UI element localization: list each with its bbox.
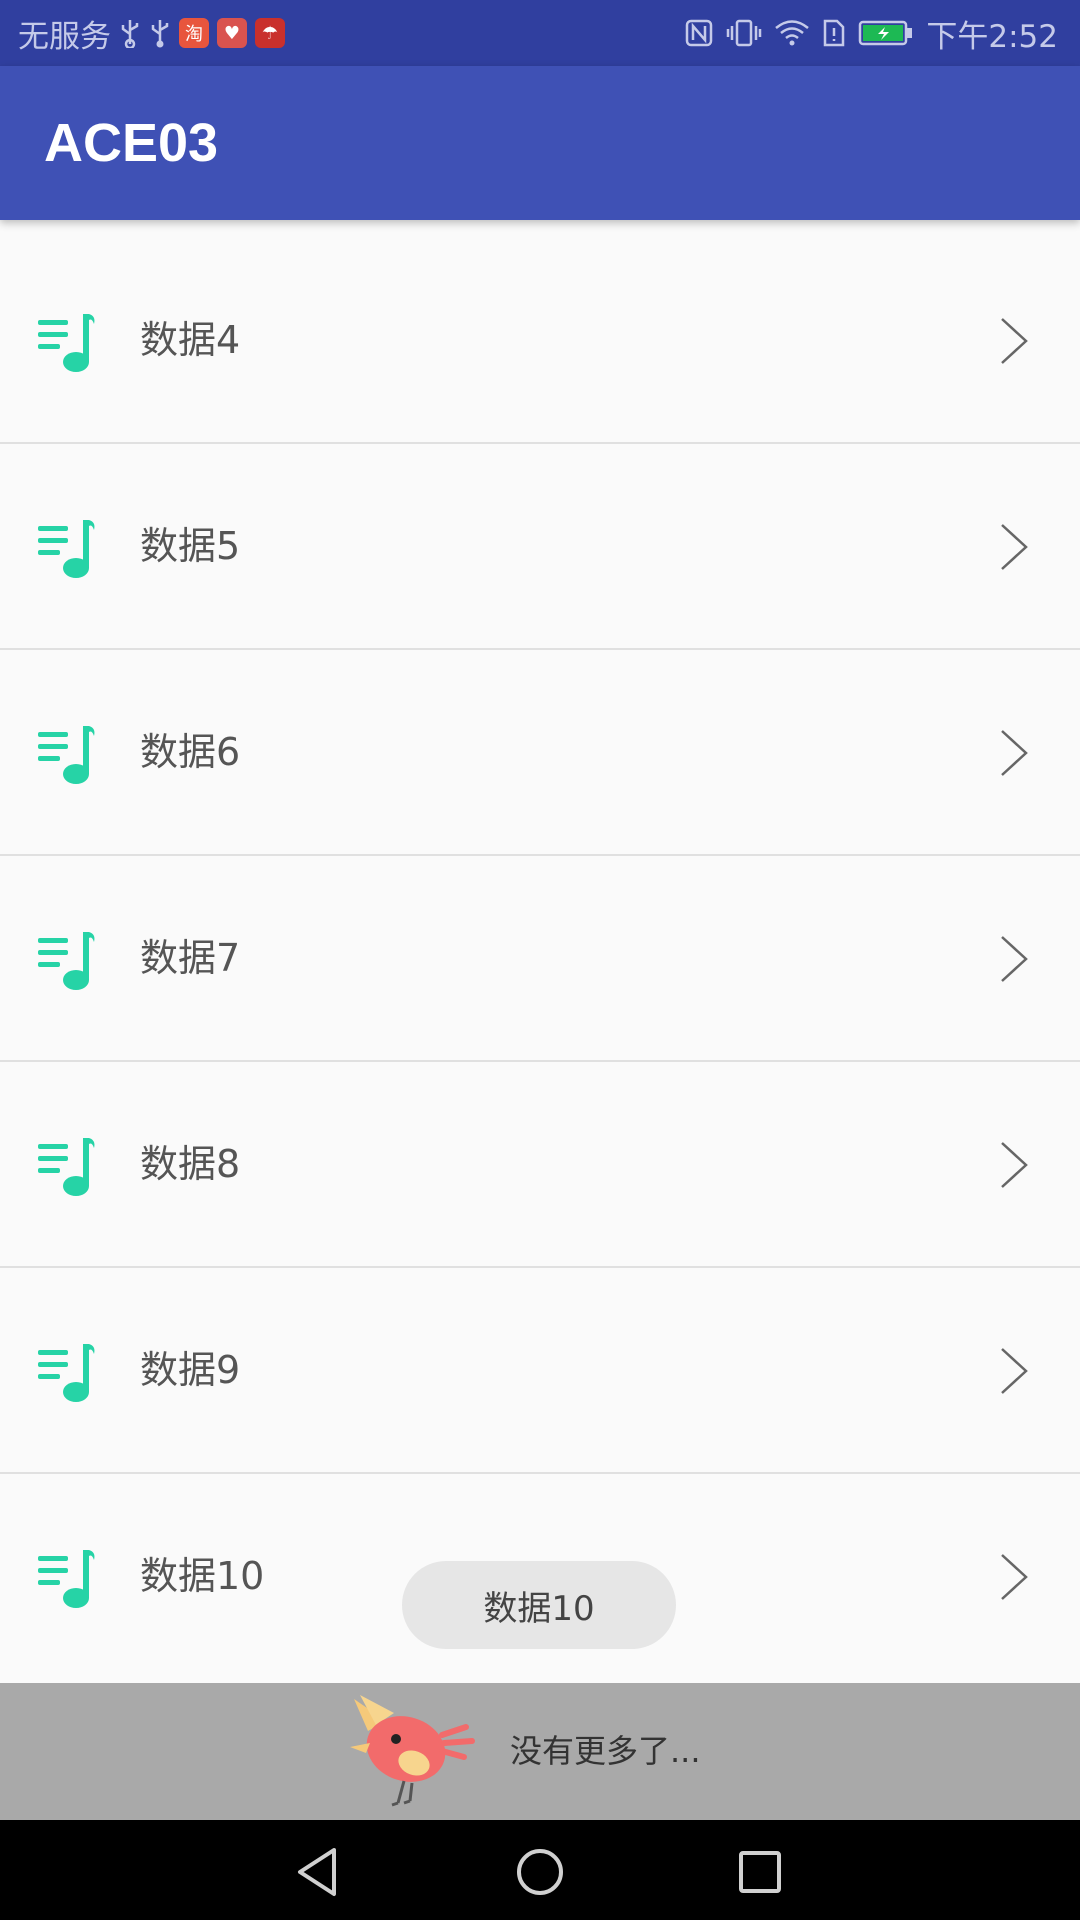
chevron-right-icon xyxy=(998,522,1030,572)
usb-icon xyxy=(119,18,141,48)
chevron-right-icon xyxy=(998,316,1030,366)
status-left: 无服务 淘 ♥ ☂ xyxy=(18,0,285,66)
navigation-bar xyxy=(0,1820,1080,1920)
app-bar: ACE03 xyxy=(0,66,1080,220)
item-label: 数据4 xyxy=(140,318,241,362)
item-label: 数据10 xyxy=(140,1554,265,1598)
heart-app-icon: ♥ xyxy=(217,18,247,48)
music-list-icon xyxy=(36,928,100,992)
no-more-text: 没有更多了... xyxy=(510,1732,701,1770)
chevron-right-icon xyxy=(998,1552,1030,1602)
chevron-right-icon xyxy=(998,934,1030,984)
item-label: 数据8 xyxy=(140,1142,241,1186)
bird-illustration xyxy=(346,1691,480,1815)
music-list-icon xyxy=(36,722,100,786)
home-icon[interactable] xyxy=(510,1842,570,1902)
load-more-footer: 没有更多了... xyxy=(0,1683,1080,1820)
status-right: 下午2:52 xyxy=(684,0,1058,66)
data-list[interactable]: 数据4 数据5 数据6 数据7 数据8 数据9 数据10 xyxy=(0,238,1080,1678)
vibrate-icon xyxy=(726,18,762,48)
back-icon[interactable] xyxy=(290,1842,350,1902)
cloud-app-icon: ☂ xyxy=(255,18,285,48)
recents-icon[interactable] xyxy=(730,1842,790,1902)
battery-charging-icon xyxy=(858,18,914,48)
app-title: ACE03 xyxy=(44,113,219,173)
music-list-icon xyxy=(36,1340,100,1404)
chevron-right-icon xyxy=(998,728,1030,778)
list-item[interactable]: 数据6 xyxy=(0,650,1080,856)
item-label: 数据6 xyxy=(140,730,241,774)
chevron-right-icon xyxy=(998,1140,1030,1190)
sim-icon xyxy=(822,18,846,48)
list-item[interactable]: 数据4 xyxy=(0,238,1080,444)
taobao-app-icon: 淘 xyxy=(179,18,209,48)
list-item[interactable]: 数据8 xyxy=(0,1062,1080,1268)
item-label: 数据9 xyxy=(140,1348,241,1392)
list-item[interactable]: 数据5 xyxy=(0,444,1080,650)
status-bar: 无服务 淘 ♥ ☂ 下午2:52 xyxy=(0,0,1080,66)
carrier-text: 无服务 xyxy=(18,18,111,55)
item-label: 数据5 xyxy=(140,524,241,568)
usb-icon xyxy=(149,18,171,48)
music-list-icon xyxy=(36,516,100,580)
chevron-right-icon xyxy=(998,1346,1030,1396)
clock: 下午2:52 xyxy=(926,18,1058,55)
list-item[interactable]: 数据9 xyxy=(0,1268,1080,1474)
item-label: 数据7 xyxy=(140,936,241,980)
music-list-icon xyxy=(36,1134,100,1198)
list-item[interactable]: 数据7 xyxy=(0,856,1080,1062)
wifi-icon xyxy=(774,18,810,48)
music-list-icon xyxy=(36,310,100,374)
music-list-icon xyxy=(36,1546,100,1610)
nfc-icon xyxy=(684,18,714,48)
toast-text: 数据10 xyxy=(483,1588,595,1629)
toast: 数据10 xyxy=(402,1561,676,1649)
